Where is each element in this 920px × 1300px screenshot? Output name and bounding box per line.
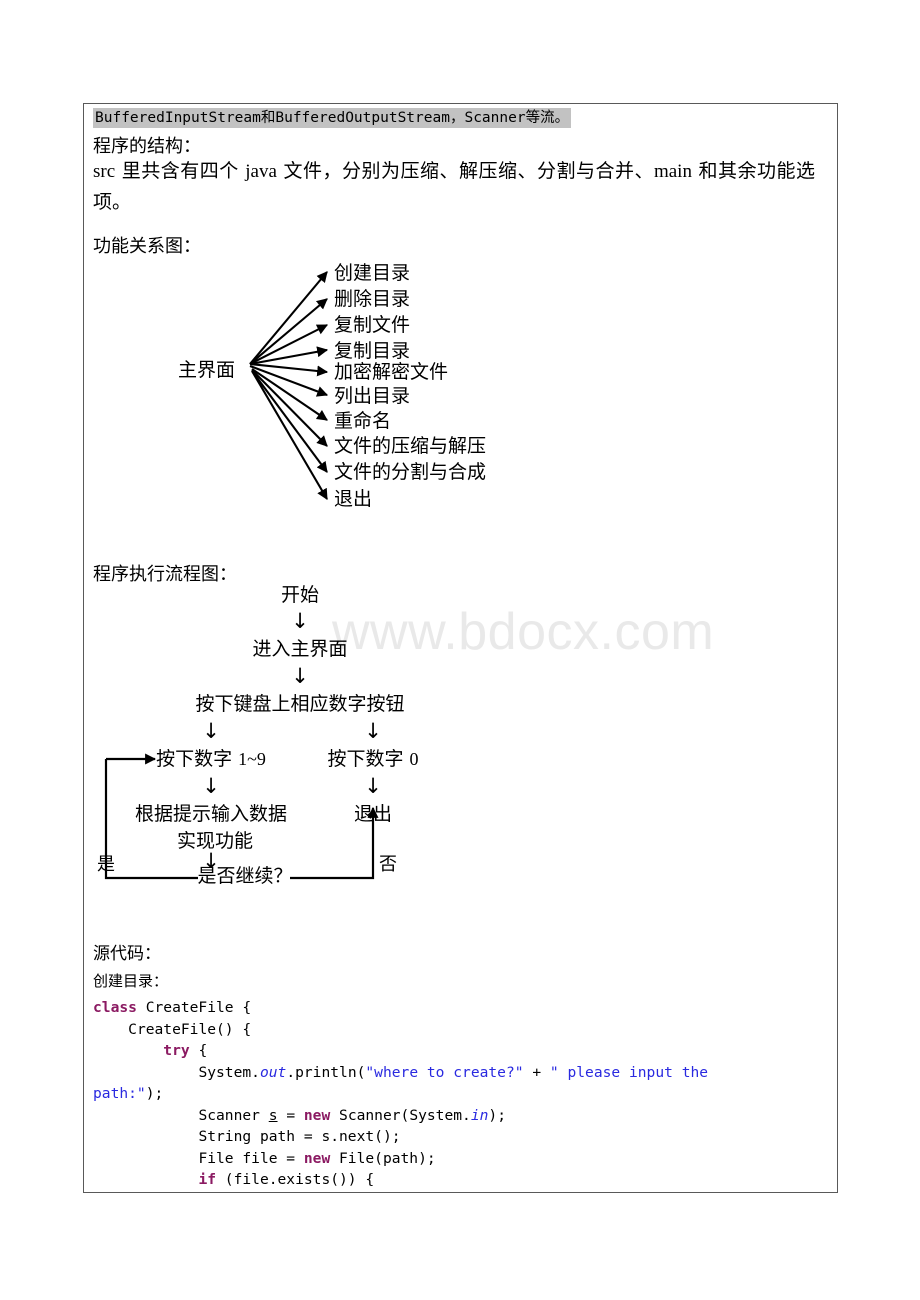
code-line: File file = new File(path);	[93, 1148, 823, 1170]
flow-arrow-3-right: ↓	[364, 719, 382, 743]
heading-execution-flowchart: 程序执行流程图：	[93, 564, 237, 585]
code-token: s	[268, 1106, 278, 1124]
flow-arrow-4-right: ↓	[364, 774, 382, 798]
code-token: );	[488, 1106, 506, 1124]
flow-node-press-key: 按下键盘上相应数字按钮	[195, 693, 405, 715]
flow-node-press-1-9-number: 1~9	[238, 749, 266, 769]
code-token: path:"	[93, 1085, 146, 1102]
para-token-java: java	[245, 161, 277, 182]
fan-item-rename: 重命名	[334, 410, 392, 432]
flow-node-press-1-9-prefix: 按下数字	[156, 748, 239, 770]
code-line: class CreateFile {	[93, 997, 823, 1019]
code-token: class	[93, 999, 146, 1016]
para-token-4: 文件，分别为压缩、解压缩、分割与合并、	[276, 160, 654, 182]
code-token: File(path);	[330, 1149, 436, 1167]
flow-arrow-2: ↓	[291, 664, 309, 688]
heading-program-structure: 程序的结构：	[93, 136, 201, 157]
function-relation-diagram: 主界面 创建目录 删除目录 复制文件 复制目录 加密解密文件 列出目录 重命名 …	[93, 259, 513, 534]
code-token: "where to create?"	[365, 1063, 524, 1081]
code-line: path:");	[93, 1083, 823, 1105]
code-line: Scanner s = new Scanner(System.in);	[93, 1105, 823, 1127]
execution-flowchart: 开始 ↓ 进入主界面 ↓ 按下键盘上相应数字按钮 ↓ ↓ 按下数字 1~9 按下…	[93, 586, 613, 926]
code-line: String path = s.next();	[93, 1126, 823, 1148]
flow-node-press-0-prefix: 按下数字	[327, 748, 410, 770]
code-token: in	[470, 1106, 489, 1124]
code-line: try {	[93, 1040, 823, 1062]
fan-item-copy-file: 复制文件	[334, 314, 411, 336]
highlighted-code-line: BufferedInputStream和BufferedOutputStream…	[93, 108, 572, 129]
code-token: .println(	[286, 1063, 366, 1081]
code-token: CreateFile() {	[93, 1020, 252, 1038]
fan-arrows	[249, 271, 329, 500]
code-token: CreateFile {	[145, 999, 252, 1016]
source-code-block: class CreateFile { CreateFile() { try { …	[93, 997, 823, 1191]
para-token-2: 里共含有四个	[115, 160, 246, 182]
code-token: Scanner(System.	[330, 1106, 471, 1124]
fan-item-delete-dir: 删除目录	[334, 288, 411, 310]
code-token: {	[189, 1042, 208, 1059]
code-token: File file =	[93, 1149, 304, 1167]
code-token: +	[523, 1063, 550, 1081]
code-token: try	[163, 1042, 190, 1059]
flow-label-yes: 是	[97, 854, 115, 875]
flow-arrow-3-left: ↓	[202, 719, 220, 743]
code-token: if	[198, 1171, 217, 1188]
fan-root-label: 主界面	[178, 359, 236, 381]
flow-node-enter-main: 进入主界面	[252, 638, 348, 660]
flow-node-start: 开始	[280, 584, 320, 606]
fan-item-exit: 退出	[334, 488, 373, 510]
para-token-main: main	[653, 161, 692, 182]
flow-node-press-1-9: 按下数字 1~9	[156, 750, 266, 769]
flow-node-continue-question: 是否继续？	[197, 865, 293, 887]
code-token: System.	[93, 1063, 260, 1081]
code-line: System.out.println("where to create?" + …	[93, 1062, 823, 1084]
code-token: new	[303, 1149, 331, 1167]
code-line: CreateFile() {	[93, 1019, 823, 1041]
code-token: " please input the	[549, 1063, 709, 1081]
flow-arrow-1: ↓	[291, 609, 309, 633]
flow-arrow-4-left: ↓	[202, 774, 220, 798]
code-token: =	[277, 1106, 304, 1124]
flow-node-exit: 退出	[353, 803, 393, 825]
heading-function-relation-diagram: 功能关系图：	[93, 236, 201, 257]
code-token: );	[145, 1085, 164, 1102]
document-page: www.bdocx.com BufferedInputStream和Buffer…	[83, 103, 838, 1193]
code-token: out	[259, 1063, 287, 1081]
paragraph-program-structure: src 里共含有四个 java 文件，分别为压缩、解压缩、分割与合并、main …	[93, 156, 815, 217]
flow-node-press-0-number: 0	[409, 749, 419, 769]
code-token: (file.exists()) {	[216, 1171, 375, 1188]
para-token-src: src	[93, 161, 116, 182]
fan-item-compress: 文件的压缩与解压	[334, 435, 487, 457]
fan-item-list-dir: 列出目录	[334, 385, 411, 407]
flow-node-press-0: 按下数字 0	[327, 750, 418, 769]
code-token: Scanner	[93, 1106, 269, 1124]
fan-item-encrypt-file: 加密解密文件	[334, 361, 449, 383]
heading-source-code: 源代码：	[93, 944, 161, 964]
flow-label-no: 否	[379, 854, 397, 875]
code-token: String path = s.next();	[93, 1128, 401, 1145]
code-token: new	[303, 1106, 331, 1124]
flow-node-input-data: 根据提示输入数据	[134, 803, 288, 825]
fan-item-copy-dir: 复制目录	[334, 340, 411, 362]
heading-source-subtitle: 创建目录：	[93, 972, 169, 990]
fan-item-split-merge: 文件的分割与合成	[334, 461, 487, 483]
code-line: if (file.exists()) {	[93, 1169, 823, 1191]
fan-item-create-dir: 创建目录	[334, 262, 411, 284]
